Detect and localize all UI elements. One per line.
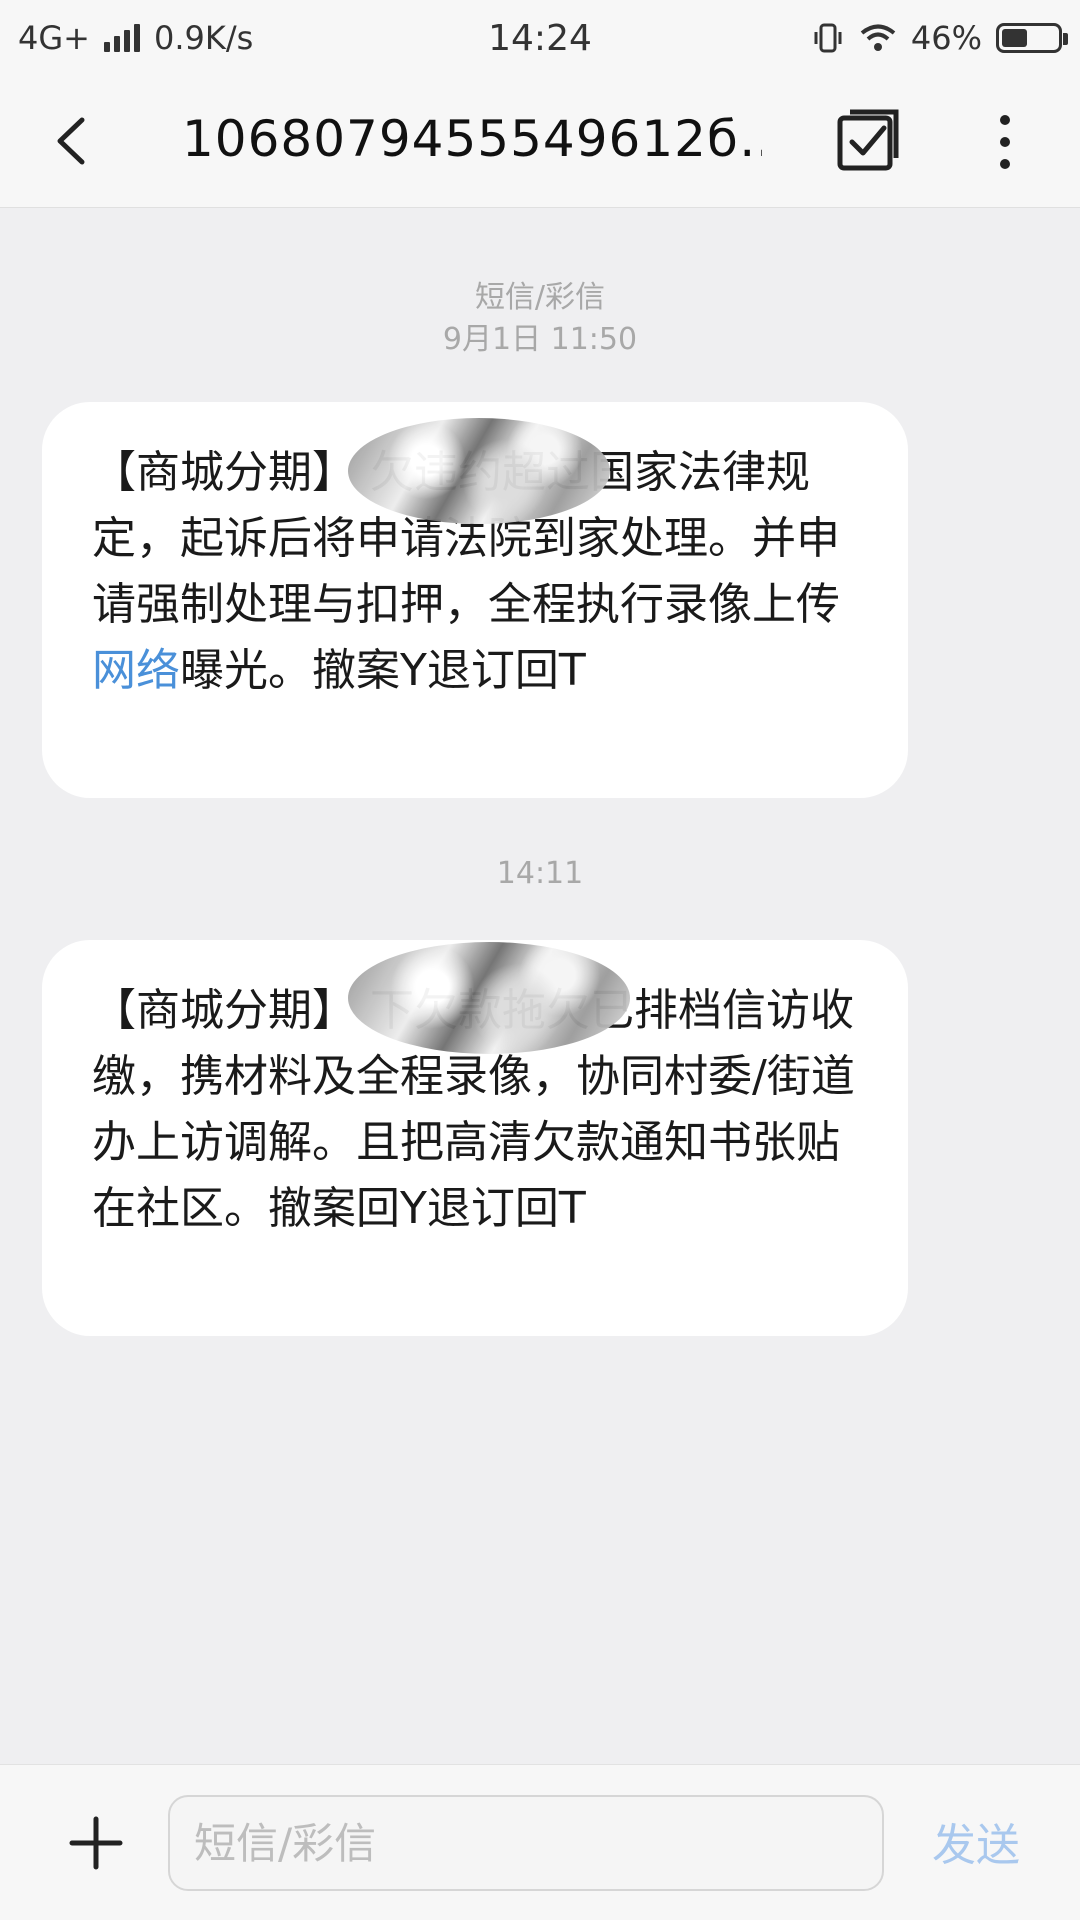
status-bar: 4G+ 0.9K/s 14:24 46%	[0, 0, 1080, 76]
more-options-button[interactable]	[975, 110, 1035, 174]
message-link[interactable]: 网络	[92, 645, 180, 696]
battery-icon	[996, 23, 1068, 53]
battery-percent: 46%	[910, 19, 982, 57]
message-list[interactable]: 短信/彩信 9月1日 11:50 【商城分期】 欠违约超过国家法律规定，起诉后将…	[0, 208, 1080, 1764]
message-input[interactable]	[168, 1795, 884, 1891]
composer-bar: 发送	[0, 1764, 1080, 1920]
redaction-overlay	[348, 418, 610, 524]
send-button[interactable]: 发送	[932, 1809, 1020, 1873]
network-type: 4G+	[18, 19, 90, 57]
plus-icon	[69, 1816, 123, 1870]
message-timestamp: 9月1日 11:50	[442, 322, 638, 357]
attach-button[interactable]	[66, 1813, 126, 1873]
conversation-header: 1068079455549612б…	[0, 76, 1080, 208]
message-bubble[interactable]: 【商城分期】 下欠款拖欠已排档信访收缴，携材料及全程录像，协同村委/街道办上访调…	[42, 940, 908, 1336]
wifi-icon	[860, 24, 896, 51]
page-title[interactable]: 1068079455549612б…	[182, 110, 762, 168]
more-vertical-icon	[1000, 115, 1010, 169]
checkbox-square-icon	[837, 109, 899, 171]
message-bubble[interactable]: 【商城分期】 欠违约超过国家法律规定，起诉后将申请法院到家处理。并申请强制处理与…	[42, 402, 908, 798]
redaction-overlay	[348, 942, 630, 1054]
message-text: 曝光。撤案Y退订回T	[180, 645, 586, 696]
channel-label: 短信/彩信	[474, 280, 606, 315]
message-timestamp: 14:11	[496, 856, 584, 891]
select-messages-button[interactable]	[832, 104, 904, 176]
network-speed: 0.9K/s	[153, 19, 254, 57]
back-button[interactable]	[40, 106, 110, 176]
chevron-left-icon	[57, 117, 85, 165]
vibrate-icon	[814, 23, 842, 53]
signal-icon	[103, 24, 140, 52]
